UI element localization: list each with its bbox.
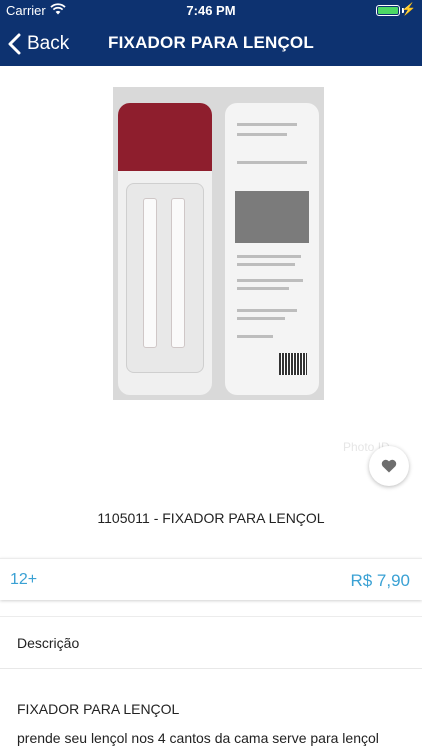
packaging-brand-band (118, 103, 212, 171)
description-title: FIXADOR PARA LENÇOL (17, 701, 180, 717)
price-label: R$ 7,90 (350, 571, 410, 590)
page-title: FIXADOR PARA LENÇOL (108, 33, 314, 52)
description-section: Descrição FIXADOR PARA LENÇOL prende seu… (0, 616, 422, 750)
status-time: 7:46 PM (186, 3, 236, 18)
top-bar: Carrier 7:46 PM ⚡ Back FIXADOR PARA LENÇ… (0, 0, 422, 66)
product-image[interactable] (113, 87, 324, 400)
description-text: prende seu lençol nos 4 cantos da cama s… (17, 730, 379, 746)
packaging-photo (235, 191, 309, 243)
status-bar: Carrier 7:46 PM ⚡ (0, 0, 422, 22)
packaging-front (118, 103, 212, 395)
description-header: Descrição (17, 635, 80, 651)
navigation-bar: Back FIXADOR PARA LENÇOL (0, 22, 422, 66)
price-row: 12+ R$ 7,90 (0, 558, 422, 600)
strap (143, 198, 157, 348)
barcode (279, 353, 307, 375)
favorite-button[interactable] (369, 446, 409, 486)
charging-icon: ⚡ (401, 2, 416, 16)
strap (171, 198, 185, 348)
divider (0, 668, 422, 669)
product-name: 1105011 - FIXADOR PARA LENÇOL (97, 510, 325, 526)
heart-icon (381, 459, 397, 473)
installments-label: 12+ (10, 571, 38, 588)
packaging-back (225, 103, 319, 395)
packaging-window (126, 183, 204, 373)
battery-icon (376, 5, 400, 16)
